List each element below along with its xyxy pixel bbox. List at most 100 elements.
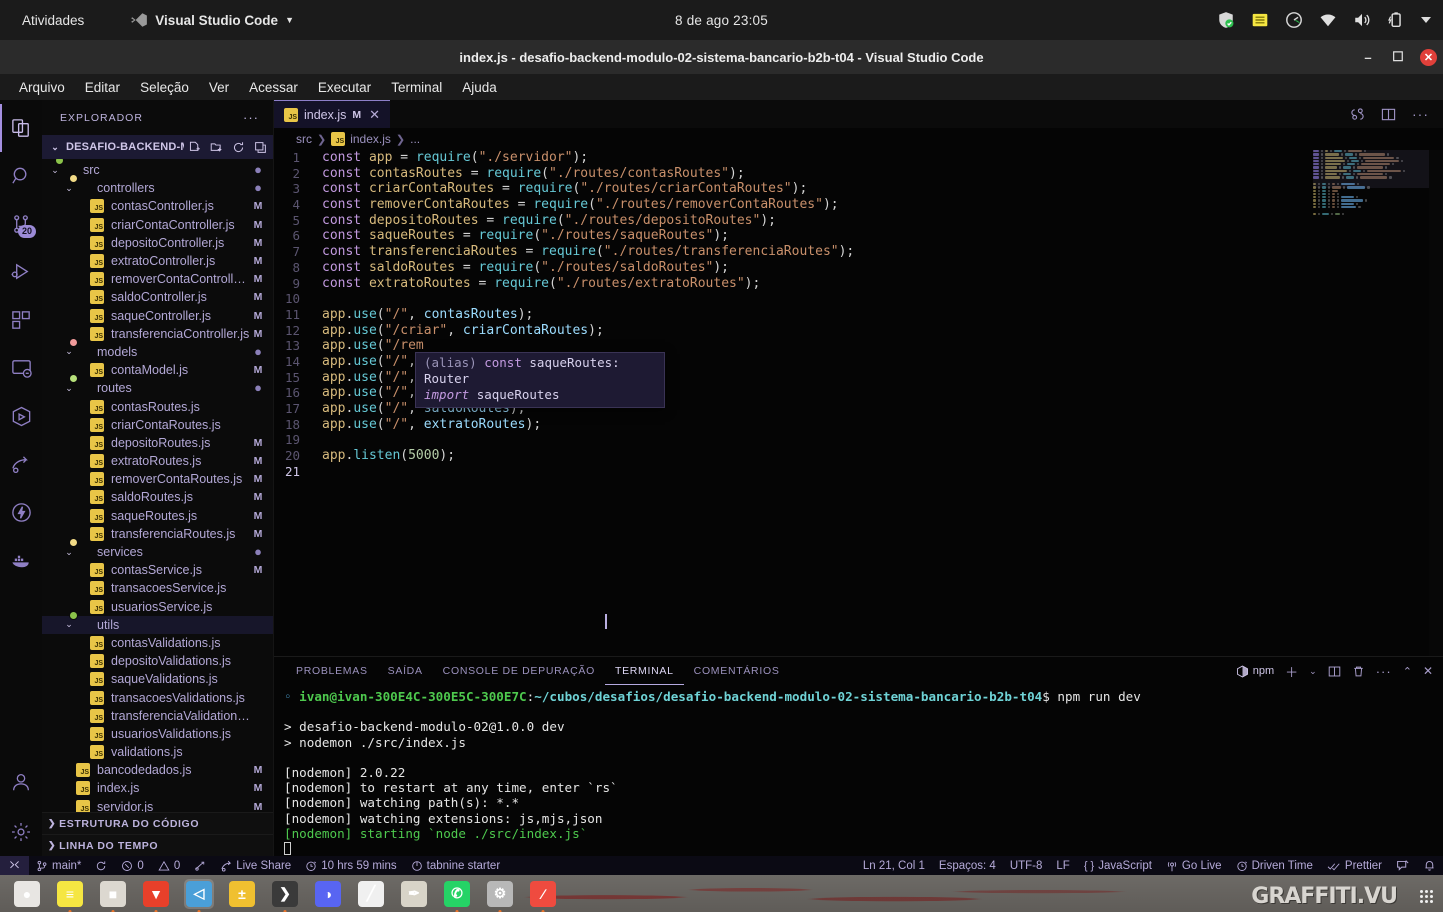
- activity-share[interactable]: [0, 440, 42, 488]
- minimap[interactable]: [1313, 150, 1429, 656]
- chevron-down-icon[interactable]: ⌄: [62, 346, 76, 357]
- tree-file-removerContaRoutes.js[interactable]: JS removerContaRoutes.js M: [42, 470, 273, 488]
- editor-scrollbar[interactable]: [1429, 150, 1443, 656]
- show-applications-icon[interactable]: [1420, 890, 1433, 903]
- activity-thunder-client[interactable]: [0, 488, 42, 536]
- tree-file-contasRoutes.js[interactable]: JS contasRoutes.js: [42, 397, 273, 415]
- chevron-up-icon[interactable]: ⌃: [1403, 665, 1412, 678]
- activity-settings[interactable]: [0, 808, 42, 856]
- activity-explorer[interactable]: [0, 104, 42, 152]
- trash-icon[interactable]: [1352, 665, 1365, 678]
- activity-extensions[interactable]: [0, 296, 42, 344]
- status-time-tracker[interactable]: 10 hrs 59 mins: [298, 856, 403, 875]
- chevron-down-icon[interactable]: [1421, 17, 1431, 23]
- tree-file-saqueValidations.js[interactable]: JS saqueValidations.js: [42, 670, 273, 688]
- dock-item-gimp-paint[interactable]: ✒: [399, 879, 429, 909]
- remote-indicator[interactable]: [0, 856, 29, 875]
- status-prettier[interactable]: Prettier: [1320, 856, 1389, 875]
- new-folder-icon[interactable]: [210, 141, 223, 154]
- tree-file-depositoController.js[interactable]: JS depositoController.js M: [42, 234, 273, 252]
- tree-folder-models[interactable]: ⌄ models ●: [42, 343, 273, 361]
- tree-file-servidor.js[interactable]: JS servidor.js M: [42, 798, 273, 812]
- tree-file-removerContaController.js[interactable]: JS removerContaController.js M: [42, 270, 273, 288]
- chevron-down-icon[interactable]: ⌄: [62, 619, 76, 630]
- battery-icon[interactable]: [1387, 11, 1405, 29]
- close-button[interactable]: ✕: [1420, 48, 1437, 66]
- activity-package[interactable]: [0, 392, 42, 440]
- dock-item-files-nautilus[interactable]: ●: [12, 879, 42, 909]
- status-errors[interactable]: 0: [114, 856, 150, 875]
- menu-acessar[interactable]: Acessar: [240, 77, 307, 98]
- dock-item-settings[interactable]: ⚙: [485, 879, 515, 909]
- tab-index-js[interactable]: JS index.js M ✕: [274, 100, 391, 128]
- activity-accounts[interactable]: [0, 760, 42, 808]
- split-editor-icon[interactable]: [1381, 107, 1396, 122]
- tree-file-saqueController.js[interactable]: JS saqueController.js M: [42, 307, 273, 325]
- tree-folder-services[interactable]: ⌄ services ●: [42, 543, 273, 561]
- menu-editar[interactable]: Editar: [76, 77, 129, 98]
- tree-file-contasController.js[interactable]: JS contasController.js M: [42, 197, 273, 215]
- status-eol[interactable]: LF: [1049, 856, 1076, 875]
- dock-item-terminal[interactable]: ❯: [270, 879, 300, 909]
- minimize-button[interactable]: –: [1360, 49, 1376, 65]
- split-terminal-icon[interactable]: [1328, 665, 1341, 678]
- tree-file-saqueRoutes.js[interactable]: JS saqueRoutes.js M: [42, 507, 273, 525]
- tree-file-depositoValidations.js[interactable]: JS depositoValidations.js: [42, 652, 273, 670]
- minimap-slider[interactable]: [1313, 150, 1429, 188]
- dock-item-insomnia[interactable]: ∕: [528, 879, 558, 909]
- workspace-root-row[interactable]: ⌄ DESAFIO-BACKEND-MODUL...: [42, 135, 273, 159]
- menu-terminal[interactable]: Terminal: [382, 77, 451, 98]
- menu-arquivo[interactable]: Arquivo: [10, 77, 74, 98]
- more-actions-icon[interactable]: ···: [1412, 106, 1429, 122]
- tab-close-icon[interactable]: ✕: [369, 107, 380, 123]
- tree-file-criarContaController.js[interactable]: JS criarContaController.js M: [42, 216, 273, 234]
- wifi-icon[interactable]: [1319, 11, 1337, 29]
- status-cursor-position[interactable]: Ln 21, Col 1: [856, 856, 932, 875]
- tree-file-validations.js[interactable]: JS validations.js: [42, 743, 273, 761]
- section-linha-do-tempo[interactable]: ❯ LINHA DO TEMPO: [42, 834, 273, 856]
- list-yellow-icon[interactable]: [1251, 11, 1269, 29]
- tree-file-bancodedados.js[interactable]: JS bancodedados.js M: [42, 761, 273, 779]
- terminal-selector[interactable]: npm: [1236, 665, 1274, 678]
- maximize-button[interactable]: ☐: [1390, 49, 1406, 65]
- status-notifications[interactable]: [1416, 856, 1443, 875]
- status-indentation[interactable]: Espaços: 4: [932, 856, 1003, 875]
- tree-file-transferenciaValidations.js[interactable]: JS transferenciaValidations.js: [42, 707, 273, 725]
- chevron-down-icon[interactable]: ⌄: [62, 547, 76, 558]
- tree-file-criarContaRoutes.js[interactable]: JS criarContaRoutes.js: [42, 416, 273, 434]
- dock-item-file-manager[interactable]: ■: [98, 879, 128, 909]
- status-driven-time[interactable]: Driven Time: [1229, 856, 1320, 875]
- activity-remote-explorer[interactable]: [0, 344, 42, 392]
- tree-file-transacoesService.js[interactable]: JS transacoesService.js: [42, 579, 273, 597]
- section-estrutura-do-codigo[interactable]: ❯ ESTRUTURA DO CÓDIGO: [42, 812, 273, 834]
- chevron-down-icon[interactable]: ⌄: [62, 183, 76, 194]
- menu-selecao[interactable]: Seleção: [131, 77, 198, 98]
- tab-saida[interactable]: SAÍDA: [378, 657, 433, 685]
- tree-file-contasService.js[interactable]: JS contasService.js M: [42, 561, 273, 579]
- dock-item-notes-editor[interactable]: ╱: [356, 879, 386, 909]
- tab-terminal[interactable]: TERMINAL: [604, 657, 684, 685]
- menu-ajuda[interactable]: Ajuda: [453, 77, 506, 98]
- tree-file-transacoesValidations.js[interactable]: JS transacoesValidations.js: [42, 688, 273, 706]
- breadcrumb-file[interactable]: index.js: [350, 132, 391, 146]
- status-go-live[interactable]: Go Live: [1159, 856, 1229, 875]
- dock-item-whatsapp[interactable]: ✆: [442, 879, 472, 909]
- status-feedback[interactable]: [1389, 856, 1416, 875]
- status-tabnine[interactable]: tabnine starter: [404, 856, 508, 875]
- tree-file-extratoRoutes.js[interactable]: JS extratoRoutes.js M: [42, 452, 273, 470]
- tree-file-index.js[interactable]: JS index.js M: [42, 779, 273, 797]
- tree-folder-utils[interactable]: ⌄ utils: [42, 615, 273, 634]
- more-actions-icon[interactable]: ···: [1376, 664, 1392, 679]
- close-icon[interactable]: ✕: [1423, 664, 1433, 678]
- breadcrumb-symbol[interactable]: ...: [410, 132, 420, 146]
- refresh-icon[interactable]: [232, 141, 245, 154]
- activity-run-and-debug[interactable]: [0, 248, 42, 296]
- shield-check-icon[interactable]: [1217, 11, 1235, 29]
- chevron-down-icon[interactable]: ⌄: [1309, 666, 1317, 677]
- chevron-down-icon[interactable]: ⌄: [48, 142, 62, 153]
- status-live-share[interactable]: Live Share: [213, 856, 298, 875]
- dock-item-brave-browser[interactable]: ▼: [141, 879, 171, 909]
- tab-console-depuracao[interactable]: CONSOLE DE DEPURAÇÃO: [433, 657, 605, 685]
- tab-problemas[interactable]: PROBLEMAS: [286, 657, 378, 685]
- activity-source-control[interactable]: 20: [0, 200, 42, 248]
